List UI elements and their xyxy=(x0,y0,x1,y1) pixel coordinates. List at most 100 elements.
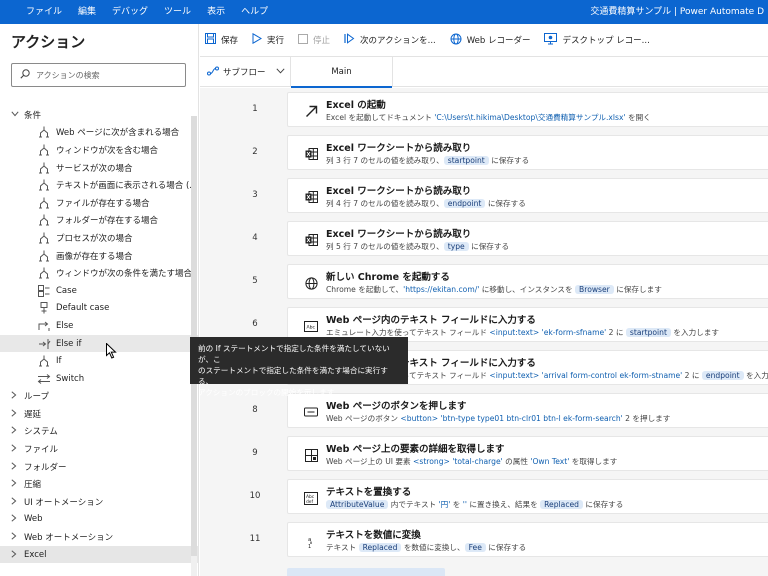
step-card[interactable]: Excel ワークシートから読み取り列 3 行 7 のセルの値を読み取り、 sta… xyxy=(287,135,768,170)
flow-step[interactable]: 3 Excel ワークシートから読み取り列 4 行 7 のセルの値を読み取り、 en… xyxy=(200,174,768,217)
action-item[interactable]: ウィンドウが次の条件を満たす場合 xyxy=(0,264,198,282)
variable-token: startpoint xyxy=(625,328,671,337)
step-description: Excel を起動してドキュメント 'C:\Users\t.hikima\Des… xyxy=(326,112,651,123)
action-item[interactable]: Case xyxy=(0,282,198,300)
save-button[interactable]: 保存 xyxy=(205,33,238,47)
stop-button[interactable]: 停止 xyxy=(298,33,330,47)
step-card[interactable]: Web ページ上の要素の詳細を取得します Web ページ上の UI 要素 <str… xyxy=(287,436,768,471)
scrollbar-thumb[interactable] xyxy=(191,116,197,556)
description-text: に移動し、インスタンスを xyxy=(479,285,576,294)
flow-step[interactable]: 10 Abc def テキストを置換する AttributeValue 内でテキスト '… xyxy=(200,475,768,518)
desktop-recorder-button[interactable]: デスクトップ レコー... xyxy=(544,32,650,48)
web-recorder-button[interactable]: Web レコーダー xyxy=(450,33,530,48)
step-card[interactable]: Abc def テキストを置換する AttributeValue 内でテキスト '円'… xyxy=(287,479,768,514)
next-action-button[interactable]: 次のアクションを... xyxy=(344,33,436,47)
flow-step[interactable]: 5 新しい Chrome を起動する Chrome を起動して、'https://e… xyxy=(200,260,768,303)
action-item[interactable]: サービスが次の場合 xyxy=(0,159,198,177)
action-item[interactable]: Web ページに次が含まれる場合 xyxy=(0,124,198,142)
action-group[interactable]: Web オートメーション xyxy=(0,528,198,546)
action-group[interactable]: フォルダー xyxy=(0,458,198,476)
menu-file[interactable]: ファイル xyxy=(18,0,70,24)
step-description: 列 3 行 7 のセルの値を読み取り、 startpoint に保存する xyxy=(326,155,529,166)
flow-step[interactable]: 9 Web ページ上の要素の詳細を取得します Web ページ上の UI 要素 <st… xyxy=(200,432,768,475)
step-title: テキストを数値に変換 xyxy=(326,530,421,541)
step-card[interactable]: Excel の起動 Excel を起動してドキュメント 'C:\Users\t.h… xyxy=(287,92,768,127)
action-group[interactable]: ファイル xyxy=(0,440,198,458)
step-description: 列 4 行 7 のセルの値を読み取り、 endpoint に保存する xyxy=(326,198,526,209)
tree-item-label: 画像が存在する場合 xyxy=(56,251,133,262)
action-group[interactable]: Web xyxy=(0,511,198,529)
excel-sheet-icon xyxy=(304,190,318,204)
action-group[interactable]: システム xyxy=(0,423,198,441)
menu-edit[interactable]: 編集 xyxy=(70,0,104,24)
string-literal: 'total-charge' xyxy=(452,457,503,466)
run-label: 実行 xyxy=(267,36,285,46)
tree-item-label: 条件 xyxy=(24,110,42,121)
description-text: テキスト xyxy=(326,543,359,552)
subflow-dropdown[interactable]: サブフロー xyxy=(207,57,285,87)
flow-step[interactable]: 4 Excel ワークシートから読み取り列 5 行 7 のセルの値を読み取り、 ty… xyxy=(200,217,768,260)
chevron-right-icon xyxy=(11,444,21,454)
description-text: に保存する xyxy=(582,500,624,509)
svg-text:def: def xyxy=(306,499,313,505)
action-item[interactable]: Else xyxy=(0,317,198,335)
excel-sheet-icon xyxy=(304,147,318,161)
string-literal: 'btn-type type01 btn-clr01 btn-l ek-form… xyxy=(440,414,623,423)
action-item[interactable]: テキストが画面に表示される場合 (... xyxy=(0,176,198,194)
step-card[interactable]: Web ページのボタンを押します Web ページのボタン <button> 'bt… xyxy=(287,393,768,428)
step-card[interactable]: a 1 テキストを数値に変換 テキスト Replaced を数値に変換し、 Fee に保… xyxy=(287,522,768,557)
action-item[interactable]: 画像が存在する場合 xyxy=(0,247,198,265)
action-item[interactable]: If xyxy=(0,352,198,370)
action-group[interactable]: ループ xyxy=(0,388,198,406)
launch-arrow-icon xyxy=(304,104,318,118)
replace-text-icon: Abc def xyxy=(304,491,318,505)
tree-item-label: ファイルが存在する場合 xyxy=(56,198,150,209)
action-search-input[interactable] xyxy=(36,70,176,80)
description-text: 2 に xyxy=(606,328,626,337)
menu-bar: ファイル 編集 デバッグ ツール 表示 ヘルプ 交通費精算サンプル | Powe… xyxy=(0,0,768,24)
next-step-placeholder xyxy=(287,568,445,576)
step-description: テキスト Replaced を数値に変換し、 Fee に保存する xyxy=(326,542,526,553)
action-item[interactable]: Switch xyxy=(0,370,198,388)
action-item[interactable]: ウィンドウが次を含む場合 xyxy=(0,141,198,159)
tab-main[interactable]: Main xyxy=(290,57,393,88)
action-group[interactable]: 遅延 xyxy=(0,405,198,423)
description-text: エミュレート入力を使ってテキスト フィールド xyxy=(326,328,490,337)
action-item[interactable]: フォルダーが存在する場合 xyxy=(0,212,198,230)
chevron-right-icon xyxy=(11,550,21,560)
tree-item-label: If xyxy=(56,356,62,367)
variable-token: startpoint xyxy=(443,156,489,165)
element-details-icon xyxy=(304,448,318,462)
button-press-icon xyxy=(304,405,318,419)
description-text: 列 4 行 7 のセルの値を読み取り、 xyxy=(326,199,444,208)
chevron-right-icon xyxy=(11,514,21,524)
action-group[interactable]: 圧縮 xyxy=(0,475,198,493)
menu-view[interactable]: 表示 xyxy=(199,0,233,24)
action-item[interactable]: Default case xyxy=(0,300,198,318)
step-title: テキストを置換する xyxy=(326,487,412,498)
flow-step[interactable]: 1 Excel の起動 Excel を起動してドキュメント 'C:\Users\t.… xyxy=(200,88,768,131)
switch-icon xyxy=(37,373,51,385)
variable-token: Browser xyxy=(575,285,614,294)
tab-bar: サブフロー Main xyxy=(200,57,768,88)
description-text: を xyxy=(450,500,463,509)
step-card[interactable]: 新しい Chrome を起動する Chrome を起動して、'https://ek… xyxy=(287,264,768,299)
chevron-right-icon xyxy=(11,409,21,419)
flow-step[interactable]: 11 a 1 テキストを数値に変換 テキスト Replaced を数値に変換し、 Fee … xyxy=(200,518,768,561)
run-button[interactable]: 実行 xyxy=(252,32,285,47)
menu-tools[interactable]: ツール xyxy=(156,0,199,24)
step-card[interactable]: Excel ワークシートから読み取り列 4 行 7 のセルの値を読み取り、 end… xyxy=(287,178,768,213)
action-group[interactable]: Excel xyxy=(0,545,198,564)
action-group[interactable]: 条件 xyxy=(0,106,198,124)
menu-help[interactable]: ヘルプ xyxy=(233,0,276,24)
menu-debug[interactable]: デバッグ xyxy=(104,0,156,24)
action-item[interactable]: プロセスが次の場合 xyxy=(0,229,198,247)
action-group[interactable]: UI オートメーション xyxy=(0,493,198,511)
flow-step[interactable]: 2 Excel ワークシートから読み取り列 3 行 7 のセルの値を読み取り、 st… xyxy=(200,131,768,174)
action-item[interactable]: Else if xyxy=(0,334,198,353)
tree-item-label: ウィンドウが次の条件を満たす場合 xyxy=(56,269,193,280)
description-text: に保存します xyxy=(613,285,662,294)
step-card[interactable]: Excel ワークシートから読み取り列 5 行 7 のセルの値を読み取り、 typ… xyxy=(287,221,768,256)
action-search-box[interactable] xyxy=(11,63,186,87)
action-item[interactable]: ファイルが存在する場合 xyxy=(0,194,198,212)
